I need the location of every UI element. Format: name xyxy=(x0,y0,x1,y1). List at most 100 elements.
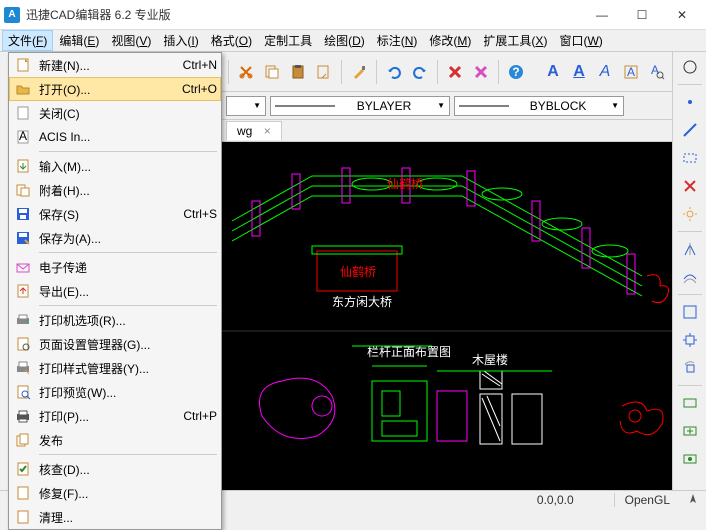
file-menu-dropdown: 新建(N)...Ctrl+N打开(O)...Ctrl+O关闭(C)AACIS I… xyxy=(8,52,222,530)
menu-item-close[interactable]: 关闭(C) xyxy=(9,101,221,125)
app-icon: A xyxy=(4,7,20,23)
redo-icon[interactable] xyxy=(409,61,431,83)
undo-icon[interactable] xyxy=(383,61,405,83)
menu-格式[interactable]: 格式(O) xyxy=(205,30,258,51)
check-green-icon[interactable] xyxy=(679,448,701,470)
circle-tool-icon[interactable] xyxy=(679,56,701,78)
menu-label: 新建(N)... xyxy=(39,57,173,74)
maximize-button[interactable]: ☐ xyxy=(622,0,662,30)
svg-text:A: A xyxy=(651,64,659,77)
rect-sel-icon[interactable] xyxy=(679,301,701,323)
sun-tool-icon[interactable] xyxy=(679,203,701,225)
tab-close-icon[interactable]: × xyxy=(264,124,271,138)
copy-icon[interactable] xyxy=(261,61,283,83)
delete-pink-icon[interactable] xyxy=(470,61,492,83)
lineweight-combo[interactable]: BYBLOCK ▼ xyxy=(454,96,624,116)
menu-item-print[interactable]: 打印(P)...Ctrl+P xyxy=(9,404,221,428)
menu-定制工具[interactable]: 定制工具 xyxy=(258,30,318,51)
linetype-combo[interactable]: BYLAYER ▼ xyxy=(270,96,450,116)
move-tool-icon[interactable] xyxy=(679,329,701,351)
color-combo[interactable]: ▼ xyxy=(226,96,266,116)
menu-item-etransmit[interactable]: 电子传递 xyxy=(9,255,221,279)
menu-item-purge[interactable]: 清理... xyxy=(9,505,221,529)
attach-icon xyxy=(13,182,33,198)
menu-item-audit[interactable]: 核查(D)... xyxy=(9,457,221,481)
text-find-icon[interactable]: A xyxy=(646,61,668,83)
rect-tool-icon[interactable] xyxy=(679,147,701,169)
menu-item-pagesetup[interactable]: 页面设置管理器(G)... xyxy=(9,332,221,356)
menu-separator xyxy=(39,305,217,306)
line-tool-icon[interactable] xyxy=(679,119,701,141)
print-icon xyxy=(13,408,33,424)
menu-item-printstyle[interactable]: 打印样式管理器(Y)... xyxy=(9,356,221,380)
save-icon xyxy=(13,206,33,222)
menu-label: 打印样式管理器(Y)... xyxy=(39,360,217,377)
menu-item-acis[interactable]: AACIS In... xyxy=(9,125,221,149)
main-toolbar: ? A A A A A xyxy=(222,52,672,92)
menu-item-attach[interactable]: 附着(H)... xyxy=(9,178,221,202)
svg-text:?: ? xyxy=(512,65,519,79)
menu-shortcut: Ctrl+S xyxy=(183,207,217,221)
drawing-canvas[interactable]: 仙鹤桥 仙鹤桥 东方闲大桥 栏杆正面布置图 木屋楼 xyxy=(222,142,672,490)
menu-item-saveas[interactable]: 保存为(A)... xyxy=(9,226,221,250)
menu-label: 发布 xyxy=(39,432,217,449)
menu-item-recover[interactable]: 修复(F)... xyxy=(9,481,221,505)
lineweight-preview-icon xyxy=(459,102,509,110)
mirror-tool-icon[interactable] xyxy=(679,238,701,260)
open-icon xyxy=(13,81,33,97)
menu-窗口[interactable]: 窗口(W) xyxy=(553,30,608,51)
menu-item-open[interactable]: 打开(O)...Ctrl+O xyxy=(9,77,221,101)
toolbar-separator xyxy=(437,60,438,84)
match-icon[interactable] xyxy=(313,61,335,83)
menu-item-publish[interactable]: 发布 xyxy=(9,428,221,452)
audit-icon xyxy=(13,461,33,477)
menu-视图[interactable]: 视图(V) xyxy=(105,30,157,51)
text-style-a1[interactable]: A xyxy=(542,61,564,83)
offset-tool-icon[interactable] xyxy=(679,266,701,288)
recover-icon xyxy=(13,485,33,501)
point-tool-icon[interactable] xyxy=(679,91,701,113)
text-tool-icon[interactable]: A xyxy=(620,61,642,83)
text-style-a3[interactable]: A xyxy=(594,61,616,83)
minimize-button[interactable]: — xyxy=(582,0,622,30)
rotate-tool-icon[interactable] xyxy=(679,357,701,379)
menu-绘图[interactable]: 绘图(D) xyxy=(318,30,371,51)
menu-item-import[interactable]: 输入(M)... xyxy=(9,154,221,178)
toolbar-separator xyxy=(376,60,377,84)
help-icon[interactable]: ? xyxy=(505,61,527,83)
svg-text:仙鹤桥: 仙鹤桥 xyxy=(387,176,423,191)
menu-label: 保存(S) xyxy=(39,206,173,223)
compass-icon[interactable] xyxy=(686,493,700,507)
menu-separator xyxy=(39,151,217,152)
menu-item-export[interactable]: 导出(E)... xyxy=(9,279,221,303)
menu-item-new[interactable]: 新建(N)...Ctrl+N xyxy=(9,53,221,77)
menu-item-save[interactable]: 保存(S) Ctrl+S xyxy=(9,202,221,226)
menu-item-printpreview[interactable]: 打印预览(W)... xyxy=(9,380,221,404)
plus-green-icon[interactable] xyxy=(679,420,701,442)
menu-shortcut: Ctrl+O xyxy=(182,82,217,96)
menu-label: 页面设置管理器(G)... xyxy=(39,336,217,353)
menubar: 文件(F)编辑(E)视图(V)插入(I)格式(O)定制工具绘图(D)标注(N)修… xyxy=(0,30,706,52)
menu-编辑[interactable]: 编辑(E) xyxy=(53,30,105,51)
brush-icon[interactable] xyxy=(348,61,370,83)
lineweight-value: BYBLOCK xyxy=(530,99,587,113)
menu-扩展工具[interactable]: 扩展工具(X) xyxy=(477,30,553,51)
menu-文件[interactable]: 文件(F) xyxy=(2,30,53,51)
paste-icon[interactable] xyxy=(287,61,309,83)
rect-green-icon[interactable] xyxy=(679,392,701,414)
main-area: ? A A A A A ▼ BYLAYER ▼ BYBLOCK ▼ wg × xyxy=(222,52,672,490)
titlebar: A 迅捷CAD编辑器 6.2 专业版 — ☐ ✕ xyxy=(0,0,706,30)
delete-red-icon[interactable] xyxy=(444,61,466,83)
svg-text:木屋楼: 木屋楼 xyxy=(472,352,508,367)
menu-item-printopt[interactable]: 打印机选项(R)... xyxy=(9,308,221,332)
menu-shortcut: Ctrl+P xyxy=(183,409,217,423)
menu-标注[interactable]: 标注(N) xyxy=(371,30,424,51)
saveas-icon xyxy=(13,230,33,246)
document-tab[interactable]: wg × xyxy=(226,121,282,140)
erase-tool-icon[interactable] xyxy=(679,175,701,197)
text-style-a2[interactable]: A xyxy=(568,61,590,83)
menu-修改[interactable]: 修改(M) xyxy=(423,30,477,51)
menu-插入[interactable]: 插入(I) xyxy=(157,30,204,51)
cut-icon[interactable] xyxy=(235,61,257,83)
close-button[interactable]: ✕ xyxy=(662,0,702,30)
